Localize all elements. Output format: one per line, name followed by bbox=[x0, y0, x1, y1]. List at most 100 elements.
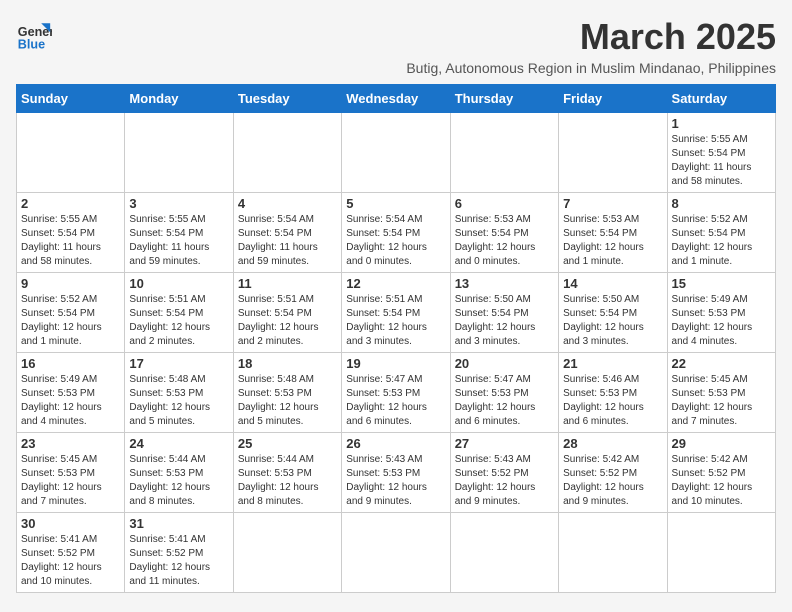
day-info: Sunrise: 5:42 AM Sunset: 5:52 PM Dayligh… bbox=[672, 453, 771, 509]
table-row: 2Sunrise: 5:55 AM Sunset: 5:54 PM Daylig… bbox=[17, 193, 125, 273]
day-info: Sunrise: 5:44 AM Sunset: 5:53 PM Dayligh… bbox=[129, 453, 228, 509]
table-row: 31 Sunrise: 5:41 AM Sunset: 5:52 PM Dayli… bbox=[125, 513, 233, 593]
table-row: 20Sunrise: 5:47 AM Sunset: 5:53 PM Dayli… bbox=[450, 353, 558, 433]
table-row: 8Sunrise: 5:52 AM Sunset: 5:54 PM Daylig… bbox=[667, 193, 775, 273]
table-row: 3Sunrise: 5:55 AM Sunset: 5:54 PM Daylig… bbox=[125, 193, 233, 273]
day-info: Sunrise: 5:49 AM Sunset: 5:53 PM Dayligh… bbox=[21, 373, 120, 429]
day-number: 24 bbox=[129, 436, 228, 451]
table-row bbox=[559, 113, 667, 193]
table-row: 29 Sunrise: 5:42 AM Sunset: 5:52 PM Dayli… bbox=[667, 433, 775, 513]
table-row: 6Sunrise: 5:53 AM Sunset: 5:54 PM Daylig… bbox=[450, 193, 558, 273]
table-row bbox=[233, 513, 341, 593]
day-info: Sunrise: 5:47 AM Sunset: 5:53 PM Dayligh… bbox=[455, 373, 554, 429]
header-thursday: Thursday bbox=[450, 85, 558, 113]
day-number: 7 bbox=[563, 196, 662, 211]
day-info: Sunrise: 5:44 AM Sunset: 5:53 PM Dayligh… bbox=[238, 453, 337, 509]
calendar-row-6: 30Sunrise: 5:41 AM Sunset: 5:52 PM Dayli… bbox=[17, 513, 776, 593]
header-saturday: Saturday bbox=[667, 85, 775, 113]
day-info: Sunrise: 5:51 AM Sunset: 5:54 PM Dayligh… bbox=[129, 293, 228, 349]
day-number: 23 bbox=[21, 436, 120, 451]
location-subtitle: Butig, Autonomous Region in Muslim Minda… bbox=[406, 60, 776, 76]
day-number: 19 bbox=[346, 356, 445, 371]
month-year-title: March 2025 bbox=[406, 16, 776, 58]
day-info: Sunrise: 5:54 AM Sunset: 5:54 PM Dayligh… bbox=[238, 213, 337, 269]
table-row: 16Sunrise: 5:49 AM Sunset: 5:53 PM Dayli… bbox=[17, 353, 125, 433]
day-info: Sunrise: 5:51 AM Sunset: 5:54 PM Dayligh… bbox=[346, 293, 445, 349]
day-number: 13 bbox=[455, 276, 554, 291]
calendar-row-1: 1 Sunrise: 5:55 AM Sunset: 5:54 PM Daylig… bbox=[17, 113, 776, 193]
table-row: 24 Sunrise: 5:44 AM Sunset: 5:53 PM Dayli… bbox=[125, 433, 233, 513]
day-number: 15 bbox=[672, 276, 771, 291]
day-number: 12 bbox=[346, 276, 445, 291]
day-number: 2 bbox=[21, 196, 120, 211]
day-info: Sunrise: 5:45 AM Sunset: 5:53 PM Dayligh… bbox=[672, 373, 771, 429]
day-number: 4 bbox=[238, 196, 337, 211]
day-number: 29 bbox=[672, 436, 771, 451]
table-row bbox=[450, 113, 558, 193]
logo-icon: General Blue bbox=[16, 16, 52, 52]
table-row: 30Sunrise: 5:41 AM Sunset: 5:52 PM Dayli… bbox=[17, 513, 125, 593]
table-row: 25 Sunrise: 5:44 AM Sunset: 5:53 PM Dayli… bbox=[233, 433, 341, 513]
day-number: 6 bbox=[455, 196, 554, 211]
table-row: 5Sunrise: 5:54 AM Sunset: 5:54 PM Daylig… bbox=[342, 193, 450, 273]
day-number: 11 bbox=[238, 276, 337, 291]
header-monday: Monday bbox=[125, 85, 233, 113]
svg-text:Blue: Blue bbox=[18, 37, 45, 51]
header-tuesday: Tuesday bbox=[233, 85, 341, 113]
day-number: 27 bbox=[455, 436, 554, 451]
day-number: 10 bbox=[129, 276, 228, 291]
day-info: Sunrise: 5:45 AM Sunset: 5:53 PM Dayligh… bbox=[21, 453, 120, 509]
day-number: 9 bbox=[21, 276, 120, 291]
day-info: Sunrise: 5:53 AM Sunset: 5:54 PM Dayligh… bbox=[563, 213, 662, 269]
table-row bbox=[450, 513, 558, 593]
day-info: Sunrise: 5:41 AM Sunset: 5:52 PM Dayligh… bbox=[21, 533, 120, 589]
day-number: 31 bbox=[129, 516, 228, 531]
day-info: Sunrise: 5:52 AM Sunset: 5:54 PM Dayligh… bbox=[672, 213, 771, 269]
table-row bbox=[559, 513, 667, 593]
day-number: 26 bbox=[346, 436, 445, 451]
table-row bbox=[125, 113, 233, 193]
day-info: Sunrise: 5:49 AM Sunset: 5:53 PM Dayligh… bbox=[672, 293, 771, 349]
day-info: Sunrise: 5:48 AM Sunset: 5:53 PM Dayligh… bbox=[238, 373, 337, 429]
calendar-row-3: 9 Sunrise: 5:52 AM Sunset: 5:54 PM Daylig… bbox=[17, 273, 776, 353]
table-row: 10 Sunrise: 5:51 AM Sunset: 5:54 PM Dayli… bbox=[125, 273, 233, 353]
day-info: Sunrise: 5:55 AM Sunset: 5:54 PM Dayligh… bbox=[672, 133, 771, 189]
table-row: 1 Sunrise: 5:55 AM Sunset: 5:54 PM Daylig… bbox=[667, 113, 775, 193]
day-info: Sunrise: 5:43 AM Sunset: 5:52 PM Dayligh… bbox=[455, 453, 554, 509]
calendar-table: Sunday Monday Tuesday Wednesday Thursday… bbox=[16, 84, 776, 593]
logo: General Blue bbox=[16, 16, 52, 52]
table-row: 17Sunrise: 5:48 AM Sunset: 5:53 PM Dayli… bbox=[125, 353, 233, 433]
day-info: Sunrise: 5:46 AM Sunset: 5:53 PM Dayligh… bbox=[563, 373, 662, 429]
table-row: 7 Sunrise: 5:53 AM Sunset: 5:54 PM Daylig… bbox=[559, 193, 667, 273]
table-row: 11 Sunrise: 5:51 AM Sunset: 5:54 PM Dayli… bbox=[233, 273, 341, 353]
day-number: 21 bbox=[563, 356, 662, 371]
day-info: Sunrise: 5:43 AM Sunset: 5:53 PM Dayligh… bbox=[346, 453, 445, 509]
day-info: Sunrise: 5:52 AM Sunset: 5:54 PM Dayligh… bbox=[21, 293, 120, 349]
calendar-row-5: 23 Sunrise: 5:45 AM Sunset: 5:53 PM Dayli… bbox=[17, 433, 776, 513]
table-row: 26 Sunrise: 5:43 AM Sunset: 5:53 PM Dayli… bbox=[342, 433, 450, 513]
table-row bbox=[17, 113, 125, 193]
table-row: 12 Sunrise: 5:51 AM Sunset: 5:54 PM Dayli… bbox=[342, 273, 450, 353]
table-row: 4 Sunrise: 5:54 AM Sunset: 5:54 PM Daylig… bbox=[233, 193, 341, 273]
day-info: Sunrise: 5:50 AM Sunset: 5:54 PM Dayligh… bbox=[563, 293, 662, 349]
day-info: Sunrise: 5:50 AM Sunset: 5:54 PM Dayligh… bbox=[455, 293, 554, 349]
day-info: Sunrise: 5:47 AM Sunset: 5:53 PM Dayligh… bbox=[346, 373, 445, 429]
header-sunday: Sunday bbox=[17, 85, 125, 113]
table-row: 27 Sunrise: 5:43 AM Sunset: 5:52 PM Dayli… bbox=[450, 433, 558, 513]
table-row: 22 Sunrise: 5:45 AM Sunset: 5:53 PM Dayli… bbox=[667, 353, 775, 433]
day-info: Sunrise: 5:42 AM Sunset: 5:52 PM Dayligh… bbox=[563, 453, 662, 509]
day-info: Sunrise: 5:51 AM Sunset: 5:54 PM Dayligh… bbox=[238, 293, 337, 349]
table-row bbox=[233, 113, 341, 193]
table-row: 14Sunrise: 5:50 AM Sunset: 5:54 PM Dayli… bbox=[559, 273, 667, 353]
day-number: 22 bbox=[672, 356, 771, 371]
day-info: Sunrise: 5:41 AM Sunset: 5:52 PM Dayligh… bbox=[129, 533, 228, 589]
table-row: 13 Sunrise: 5:50 AM Sunset: 5:54 PM Dayli… bbox=[450, 273, 558, 353]
table-row: 28Sunrise: 5:42 AM Sunset: 5:52 PM Dayli… bbox=[559, 433, 667, 513]
page-header: General Blue March 2025 Butig, Autonomou… bbox=[16, 16, 776, 76]
day-number: 25 bbox=[238, 436, 337, 451]
day-number: 3 bbox=[129, 196, 228, 211]
day-info: Sunrise: 5:54 AM Sunset: 5:54 PM Dayligh… bbox=[346, 213, 445, 269]
table-row bbox=[342, 113, 450, 193]
day-number: 1 bbox=[672, 116, 771, 131]
calendar-row-4: 16Sunrise: 5:49 AM Sunset: 5:53 PM Dayli… bbox=[17, 353, 776, 433]
